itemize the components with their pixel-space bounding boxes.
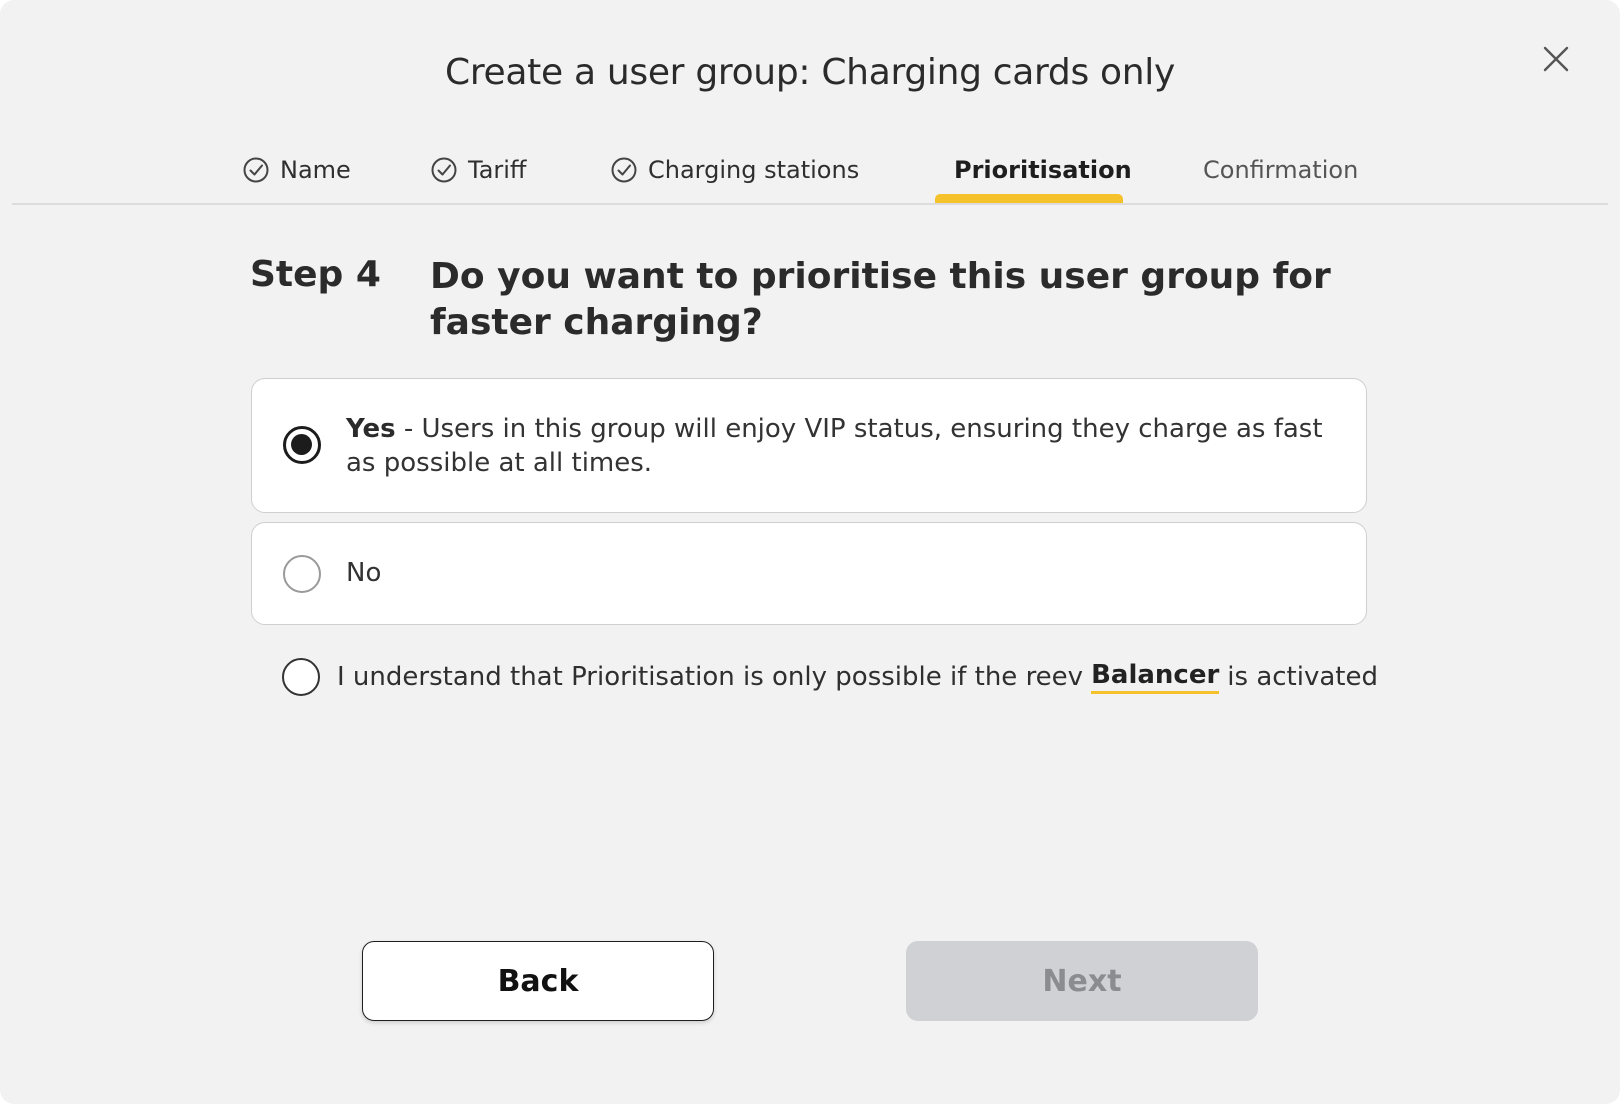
tab-label: Name [280, 156, 351, 184]
check-circle-icon [611, 157, 637, 183]
option-no-card[interactable]: No [251, 522, 1367, 625]
balancer-consent: I understand that Prioritisation is only… [282, 657, 1378, 697]
consent-text-after: is activated [1227, 662, 1378, 692]
balancer-link[interactable]: Balancer [1091, 660, 1220, 694]
tab-label: Tariff [468, 156, 527, 184]
yes-radio[interactable] [283, 426, 321, 464]
tab-label: Prioritisation [954, 156, 1132, 184]
check-circle-icon [431, 157, 457, 183]
tab-prioritisation[interactable]: Prioritisation [954, 150, 1132, 190]
step-question: Do you want to prioritise this user grou… [430, 256, 1331, 343]
option-yes-description: - Users in this group will enjoy VIP sta… [346, 414, 1323, 478]
option-yes-text: Yes - Users in this group will enjoy VIP… [346, 412, 1326, 480]
tab-charging-stations[interactable]: Charging stations [610, 150, 859, 190]
tab-label: Charging stations [648, 156, 860, 184]
consent-checkbox[interactable] [282, 658, 320, 696]
close-button[interactable] [1537, 40, 1575, 78]
tab-confirmation[interactable]: Confirmation [1203, 150, 1358, 190]
create-user-group-modal: Create a user group: Charging cards only… [0, 0, 1620, 1104]
no-radio[interactable] [283, 555, 321, 593]
option-no-label: No [346, 558, 382, 588]
tabs-divider [12, 203, 1608, 205]
tab-label: Confirmation [1203, 156, 1359, 184]
option-yes-card[interactable]: Yes - Users in this group will enjoy VIP… [251, 378, 1367, 513]
back-button[interactable]: Back [362, 941, 714, 1021]
close-icon [1543, 46, 1569, 72]
tab-name[interactable]: Name [242, 150, 351, 190]
step-label: Step 4 [250, 254, 381, 295]
modal-title: Create a user group: Charging cards only [444, 52, 1176, 93]
option-yes-label: Yes [346, 414, 396, 444]
active-tab-indicator [935, 194, 1123, 203]
next-button[interactable]: Next [906, 941, 1258, 1021]
tab-tariff[interactable]: Tariff [430, 150, 526, 190]
consent-text-before: I understand that Prioritisation is only… [337, 662, 1084, 692]
check-circle-icon [243, 157, 269, 183]
